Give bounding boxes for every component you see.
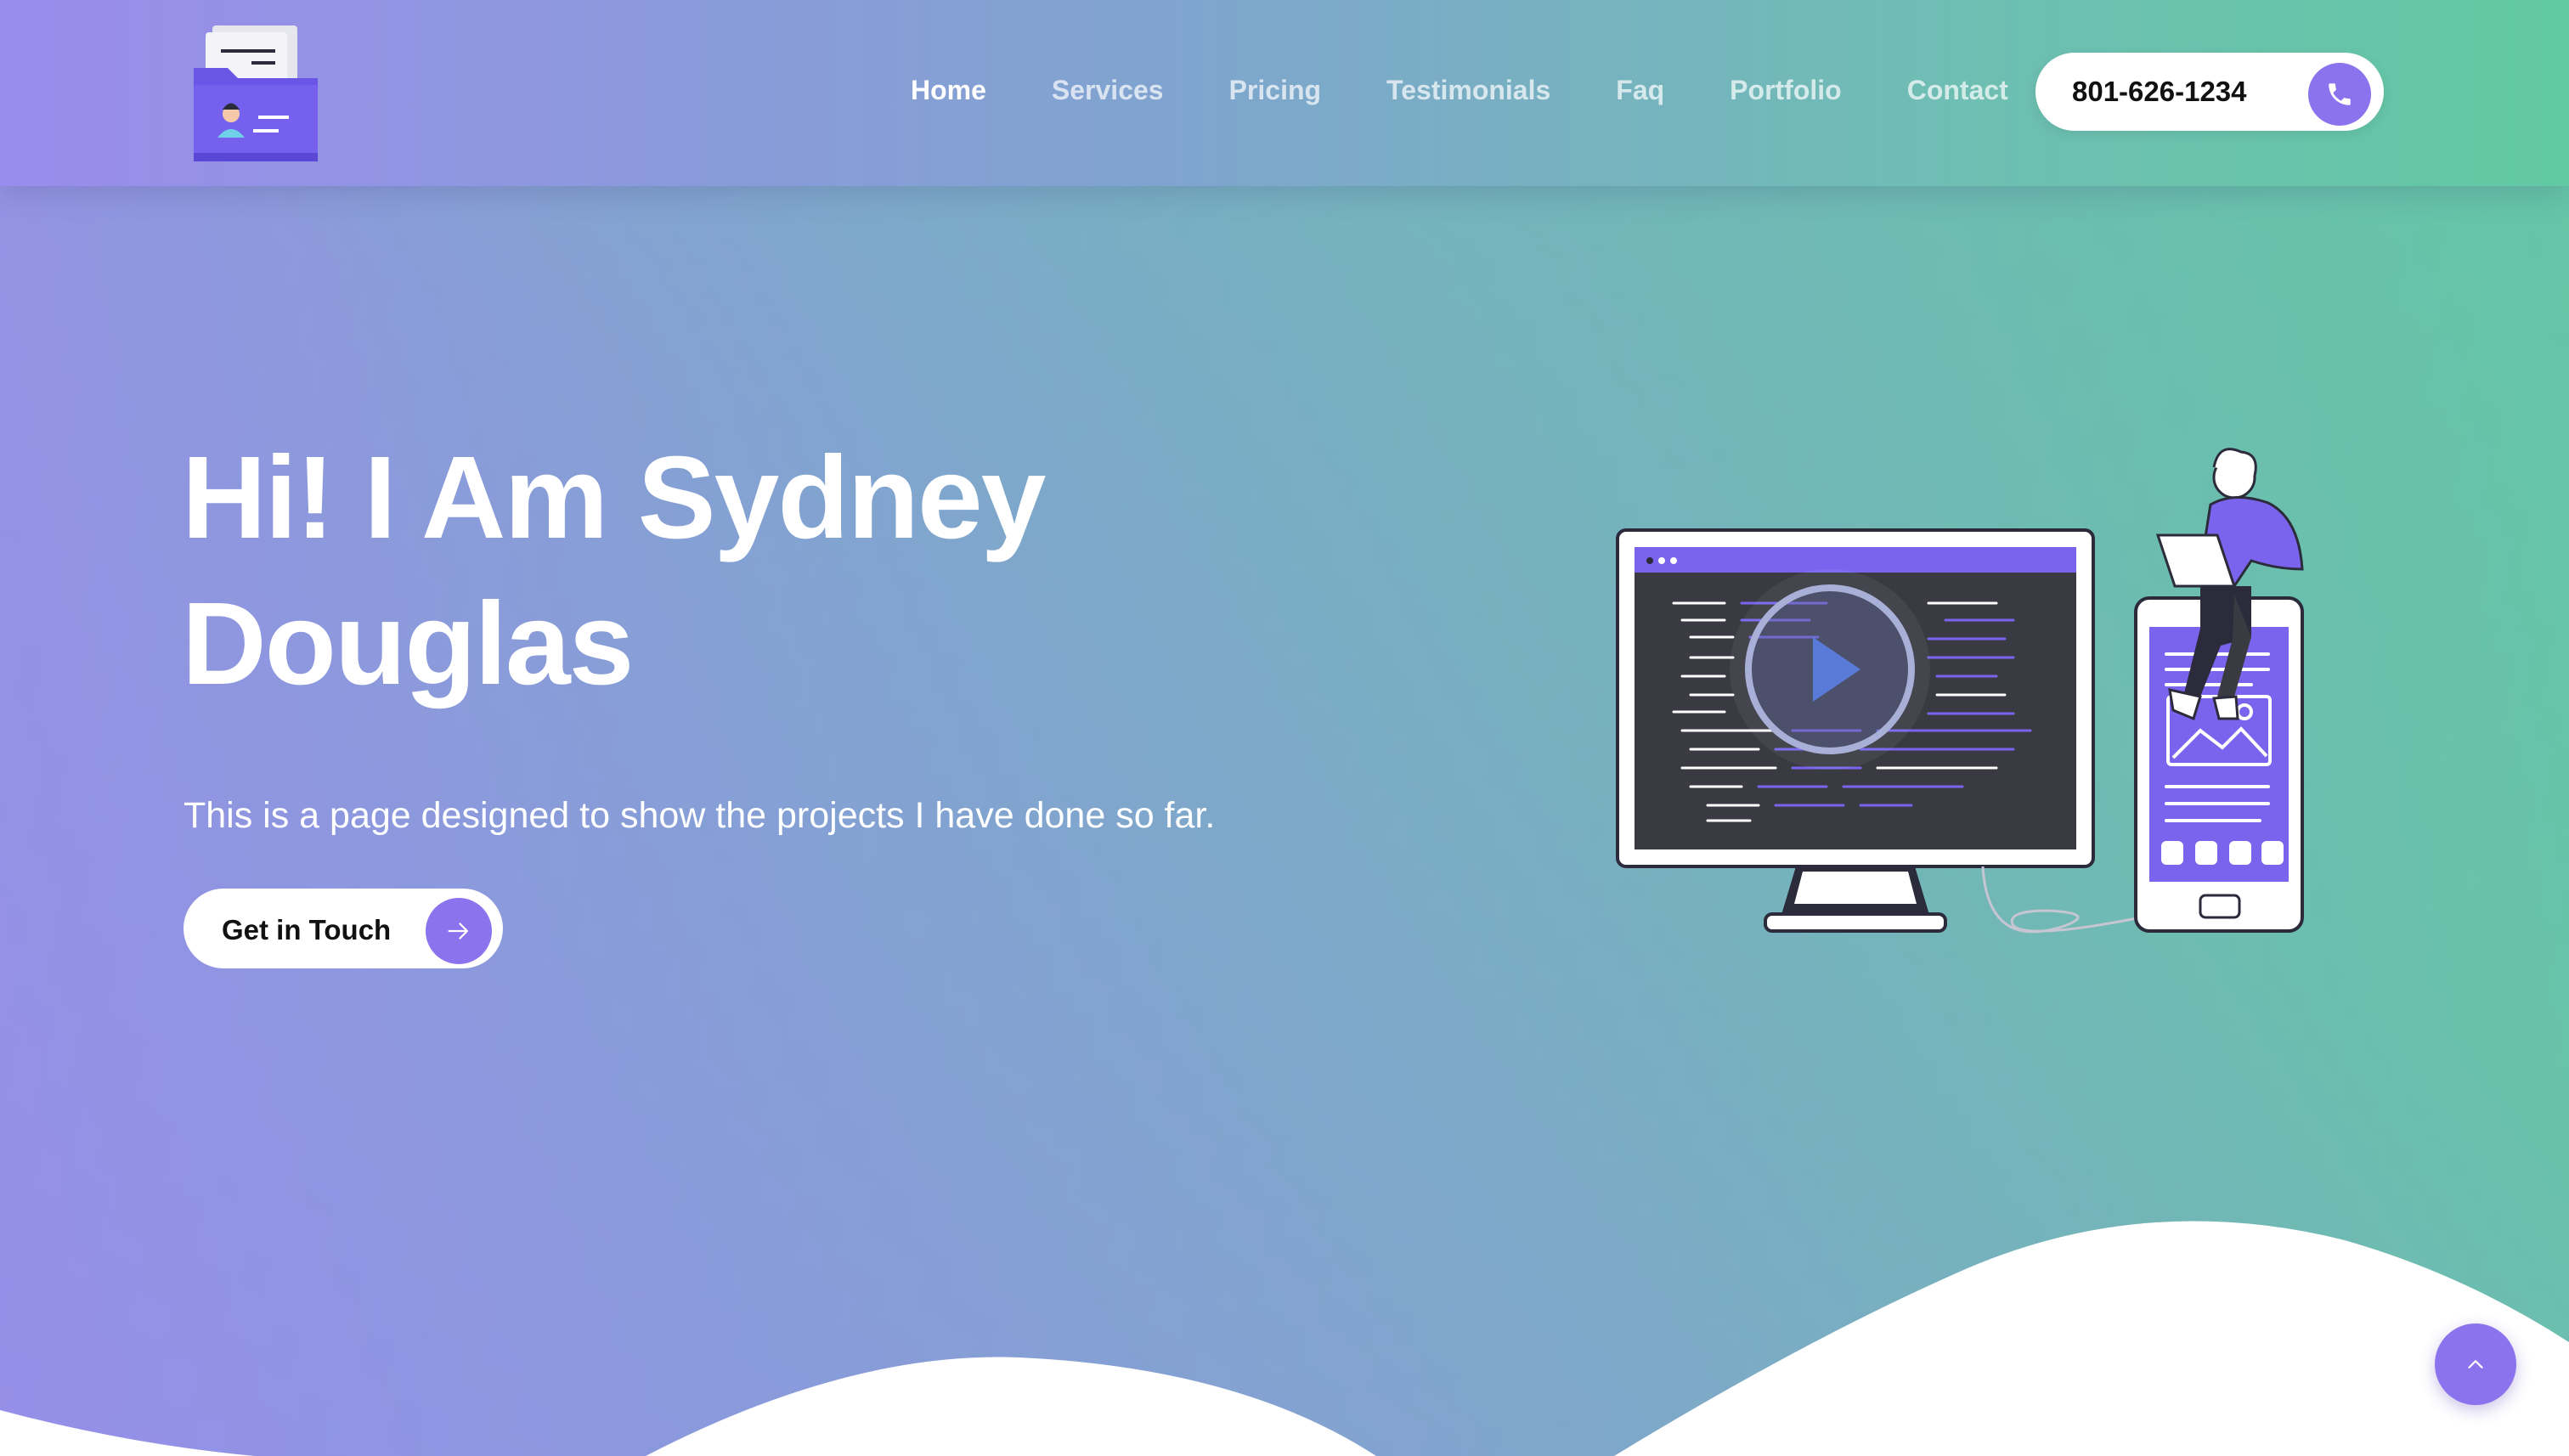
nav-portfolio[interactable]: Portfolio [1730, 75, 1842, 106]
arrow-right-icon[interactable] [426, 898, 492, 964]
nav-pricing[interactable]: Pricing [1229, 75, 1321, 106]
hero-title-line1: Hi! I Am Sydney [182, 432, 1046, 563]
nav-contact[interactable]: Contact [1907, 75, 2008, 106]
hero-title-line2: Douglas [182, 578, 634, 709]
folder-profile-icon[interactable] [194, 25, 318, 161]
get-in-touch-button[interactable]: Get in Touch [184, 889, 503, 968]
phone-icon[interactable] [2308, 63, 2371, 126]
nav-services[interactable]: Services [1052, 75, 1164, 106]
main-nav: Home Services Pricing Testimonials Faq P… [911, 75, 2008, 106]
chevron-up-icon [2468, 1360, 2483, 1369]
hero-title: Hi! I Am Sydney Douglas [182, 425, 1286, 717]
nav-testimonials[interactable]: Testimonials [1386, 75, 1550, 106]
nav-home[interactable]: Home [911, 75, 986, 106]
hero-subtitle: This is a page designed to show the proj… [184, 795, 1216, 836]
developer-monitor-phone-illustration [1616, 448, 2304, 934]
phone-button[interactable]: 801-626-1234 [2035, 53, 2384, 131]
site-header: Home Services Pricing Testimonials Faq P… [0, 0, 2569, 186]
wave-divider [0, 1221, 2569, 1456]
scroll-to-top-button[interactable] [2435, 1323, 2516, 1405]
nav-faq[interactable]: Faq [1616, 75, 1664, 106]
cta-label: Get in Touch [222, 914, 392, 945]
phone-number: 801-626-1234 [2072, 76, 2247, 107]
